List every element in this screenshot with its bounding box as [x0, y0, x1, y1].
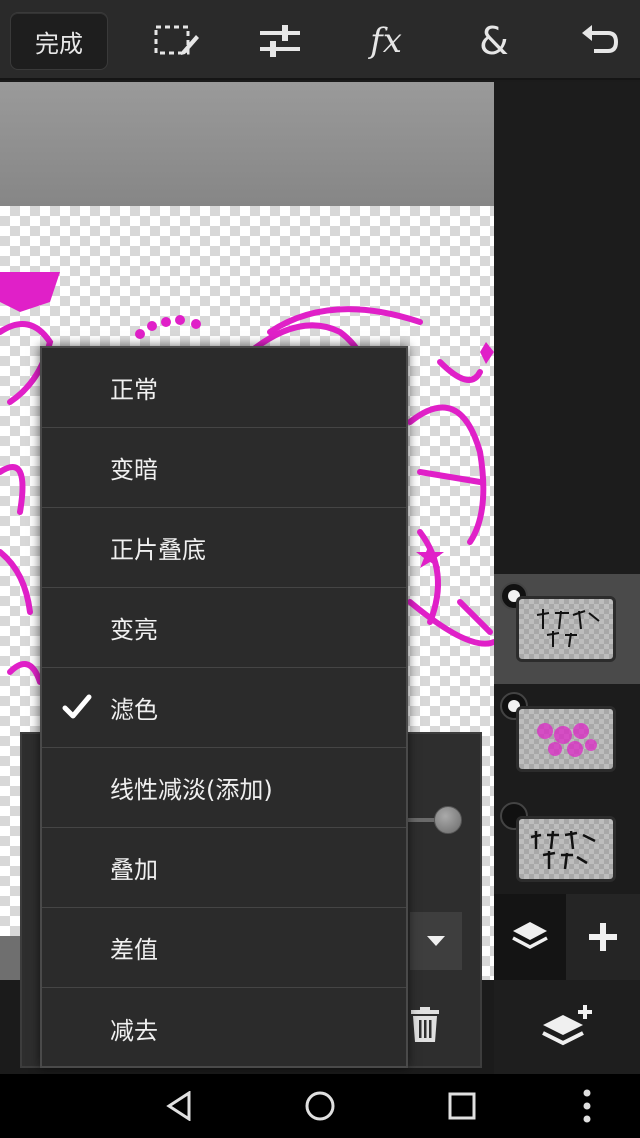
home-icon[interactable]: [295, 1084, 345, 1128]
add-layer-button[interactable]: [494, 980, 640, 1074]
menu-item-darken[interactable]: 变暗: [42, 428, 406, 508]
dropdown-arrow-icon: [427, 936, 445, 946]
add-layer-icon: [542, 1005, 592, 1046]
layer-thumbnail[interactable]: [516, 596, 616, 662]
menu-item-difference[interactable]: 差值: [42, 908, 406, 988]
done-button[interactable]: 完成: [10, 12, 108, 70]
ampersand-icon[interactable]: &: [466, 14, 522, 68]
add-button[interactable]: [566, 894, 640, 980]
menu-item-subtract[interactable]: 减去: [42, 988, 406, 1068]
layers-panel: [494, 82, 640, 1074]
layer-row[interactable]: [494, 794, 640, 904]
menu-item-label: 叠加: [110, 856, 158, 884]
layer-row[interactable]: [494, 684, 640, 794]
menu-item-label: 线性减淡(添加): [110, 776, 273, 804]
blend-mode-dropdown[interactable]: [410, 912, 462, 970]
menu-item-overlay[interactable]: 叠加: [42, 828, 406, 908]
photo-editor-screen: 完成 fx & 正常 变暗 正片叠底 变亮 滤色 线性减淡(添加) 叠加 差值 …: [0, 0, 640, 1138]
menu-item-label: 差值: [110, 936, 158, 964]
overflow-menu-icon[interactable]: [562, 1084, 612, 1128]
undo-icon[interactable]: [572, 14, 628, 68]
selection-edit-icon[interactable]: [148, 14, 204, 68]
menu-item-label: 正常: [110, 376, 158, 404]
menu-item-multiply[interactable]: 正片叠底: [42, 508, 406, 588]
menu-item-label: 减去: [110, 1016, 158, 1045]
layers-toggle-button[interactable]: [494, 894, 566, 980]
blend-mode-menu: 正常 变暗 正片叠底 变亮 滤色 线性减淡(添加) 叠加 差值 减去: [40, 346, 408, 1068]
menu-item-label: 变亮: [110, 616, 158, 644]
fx-icon[interactable]: fx: [358, 14, 414, 68]
canvas-bottom-strip: [0, 936, 20, 980]
adjust-sliders-icon[interactable]: [252, 14, 308, 68]
menu-item-label: 正片叠底: [110, 536, 206, 564]
recents-icon[interactable]: [437, 1084, 487, 1128]
system-nav-bar: [0, 1074, 640, 1138]
layer-thumbnail[interactable]: [516, 816, 616, 882]
menu-item-label: 变暗: [110, 456, 158, 484]
back-icon[interactable]: [154, 1084, 204, 1128]
menu-item-linear-dodge[interactable]: 线性减淡(添加): [42, 748, 406, 828]
top-toolbar: 完成 fx &: [0, 0, 640, 80]
plus-icon: [589, 923, 617, 951]
trash-icon: [411, 1007, 439, 1042]
menu-item-label: 滤色: [110, 696, 158, 724]
layer-row[interactable]: [494, 574, 640, 684]
menu-item-lighten[interactable]: 变亮: [42, 588, 406, 668]
layer-thumbnail[interactable]: [516, 706, 616, 772]
layers-icon: [512, 922, 548, 949]
opacity-slider-thumb[interactable]: [434, 806, 462, 834]
menu-item-screen[interactable]: 滤色: [42, 668, 406, 748]
menu-item-normal[interactable]: 正常: [42, 348, 406, 428]
checkmark-icon: [62, 694, 92, 719]
canvas-background: [0, 82, 494, 206]
